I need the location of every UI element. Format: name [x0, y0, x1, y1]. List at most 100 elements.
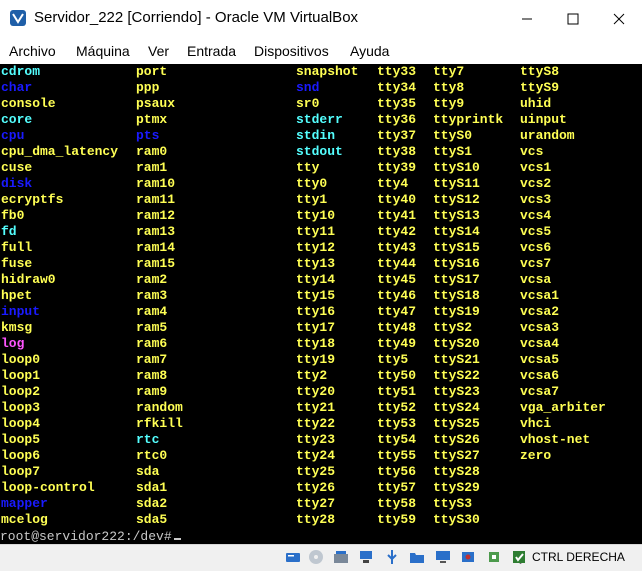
- file-entry: random: [136, 400, 183, 415]
- file-entry: tty16: [296, 304, 336, 319]
- file-entry: tty21: [296, 400, 336, 415]
- file-entry: vcs5: [520, 224, 552, 239]
- file-entry: vhost-net: [520, 432, 591, 447]
- title-bar: Servidor_222 [Corriendo] - Oracle VM Vir…: [0, 0, 642, 38]
- file-entry: ram13: [136, 224, 176, 239]
- file-entry: ram1: [136, 160, 168, 175]
- file-entry: tty37: [377, 128, 417, 143]
- file-entry: ttyS23: [433, 384, 480, 399]
- file-entry: ttyS25: [433, 416, 480, 431]
- keyboard-capture-icon[interactable]: [510, 548, 528, 566]
- file-entry: core: [1, 112, 33, 127]
- audio-icon[interactable]: [332, 548, 350, 566]
- file-entry: tty23: [296, 432, 336, 447]
- usb-icon[interactable]: [383, 548, 401, 566]
- file-entry: vcsa3: [520, 320, 560, 335]
- menu-ayuda[interactable]: Ayuda: [350, 43, 389, 59]
- file-entry: sda2: [136, 496, 168, 511]
- file-entry: vga_arbiter: [520, 400, 606, 415]
- file-entry: tty25: [296, 464, 336, 479]
- prompt-text: root@servidor222:/dev#: [0, 529, 172, 544]
- file-entry: ttyS22: [433, 368, 480, 383]
- file-entry: vhci: [520, 416, 552, 431]
- file-entry: mapper: [1, 496, 48, 511]
- optical-drive-icon[interactable]: [307, 548, 325, 566]
- file-entry: tty42: [377, 224, 417, 239]
- file-entry: char: [1, 80, 33, 95]
- file-entry: stdin: [296, 128, 336, 143]
- file-entry: kmsg: [1, 320, 33, 335]
- network-icon[interactable]: [357, 548, 375, 566]
- file-entry: sda1: [136, 480, 168, 495]
- minimize-button[interactable]: [504, 0, 550, 38]
- file-entry: zero: [520, 448, 552, 463]
- file-entry: disk: [1, 176, 33, 191]
- file-entry: tty48: [377, 320, 417, 335]
- file-entry: vcsa: [520, 272, 552, 287]
- file-entry: ttyS3: [433, 496, 473, 511]
- video-capture-icon[interactable]: [459, 548, 477, 566]
- file-entry: vcsa4: [520, 336, 560, 351]
- file-entry: tty19: [296, 352, 336, 367]
- file-entry: loop0: [1, 352, 41, 367]
- file-entry: loop3: [1, 400, 41, 415]
- file-entry: tty13: [296, 256, 336, 271]
- close-icon: [613, 13, 625, 25]
- file-entry: ram7: [136, 352, 168, 367]
- file-entry: ttyS12: [433, 192, 480, 207]
- file-entry: fd: [1, 224, 17, 239]
- file-entry: psaux: [136, 96, 176, 111]
- file-entry: tty59: [377, 512, 417, 527]
- file-entry: tty14: [296, 272, 336, 287]
- file-entry: vcs2: [520, 176, 552, 191]
- file-entry: loop6: [1, 448, 41, 463]
- file-entry: rtc: [136, 432, 160, 447]
- file-entry: ram12: [136, 208, 176, 223]
- file-entry: ram5: [136, 320, 168, 335]
- cpu-icon[interactable]: [485, 548, 503, 566]
- file-entry: ttyS16: [433, 256, 480, 271]
- maximize-button[interactable]: [550, 0, 596, 38]
- menu-entrada[interactable]: Entrada: [187, 43, 236, 59]
- file-entry: tty28: [296, 512, 336, 527]
- file-entry: loop5: [1, 432, 41, 447]
- display-icon[interactable]: [434, 548, 452, 566]
- file-entry: log: [1, 336, 25, 351]
- file-entry: tty41: [377, 208, 417, 223]
- file-entry: tty22: [296, 416, 336, 431]
- file-entry: uinput: [520, 112, 567, 127]
- file-entry: ptmx: [136, 112, 168, 127]
- file-entry: ttyprintk: [433, 112, 504, 127]
- file-entry: pts: [136, 128, 160, 143]
- file-entry: tty38: [377, 144, 417, 159]
- file-entry: snapshot: [296, 64, 359, 79]
- file-entry: ttyS15: [433, 240, 480, 255]
- file-entry: rtc0: [136, 448, 168, 463]
- file-entry: tty15: [296, 288, 336, 303]
- close-button[interactable]: [596, 0, 642, 38]
- file-entry: ttyS10: [433, 160, 480, 175]
- file-entry: ram8: [136, 368, 168, 383]
- menu-maquina[interactable]: Máquina: [76, 43, 130, 59]
- file-entry: tty33: [377, 64, 417, 79]
- file-entry: tty12: [296, 240, 336, 255]
- guest-console[interactable]: root@servidor222:/dev# cdrom char console c…: [0, 64, 642, 544]
- file-entry: input: [1, 304, 41, 319]
- menu-ver[interactable]: Ver: [148, 43, 169, 59]
- file-entry: tty47: [377, 304, 417, 319]
- file-entry: ttyS27: [433, 448, 480, 463]
- menu-archivo[interactable]: Archivo: [9, 43, 56, 59]
- file-entry: sda: [136, 464, 160, 479]
- menu-dispositivos[interactable]: Dispositivos: [254, 43, 329, 59]
- file-entry: ttyS21: [433, 352, 480, 367]
- file-entry: tty2: [296, 368, 328, 383]
- file-entry: ttyS9: [520, 80, 560, 95]
- file-entry: tty34: [377, 80, 417, 95]
- hard-disk-icon[interactable]: [284, 548, 302, 566]
- file-entry: ram9: [136, 384, 168, 399]
- file-entry: port: [136, 64, 168, 79]
- file-entry: tty1: [296, 192, 328, 207]
- file-entry: cdrom: [1, 64, 41, 79]
- file-entry: tty11: [296, 224, 336, 239]
- shared-folders-icon[interactable]: [408, 548, 426, 566]
